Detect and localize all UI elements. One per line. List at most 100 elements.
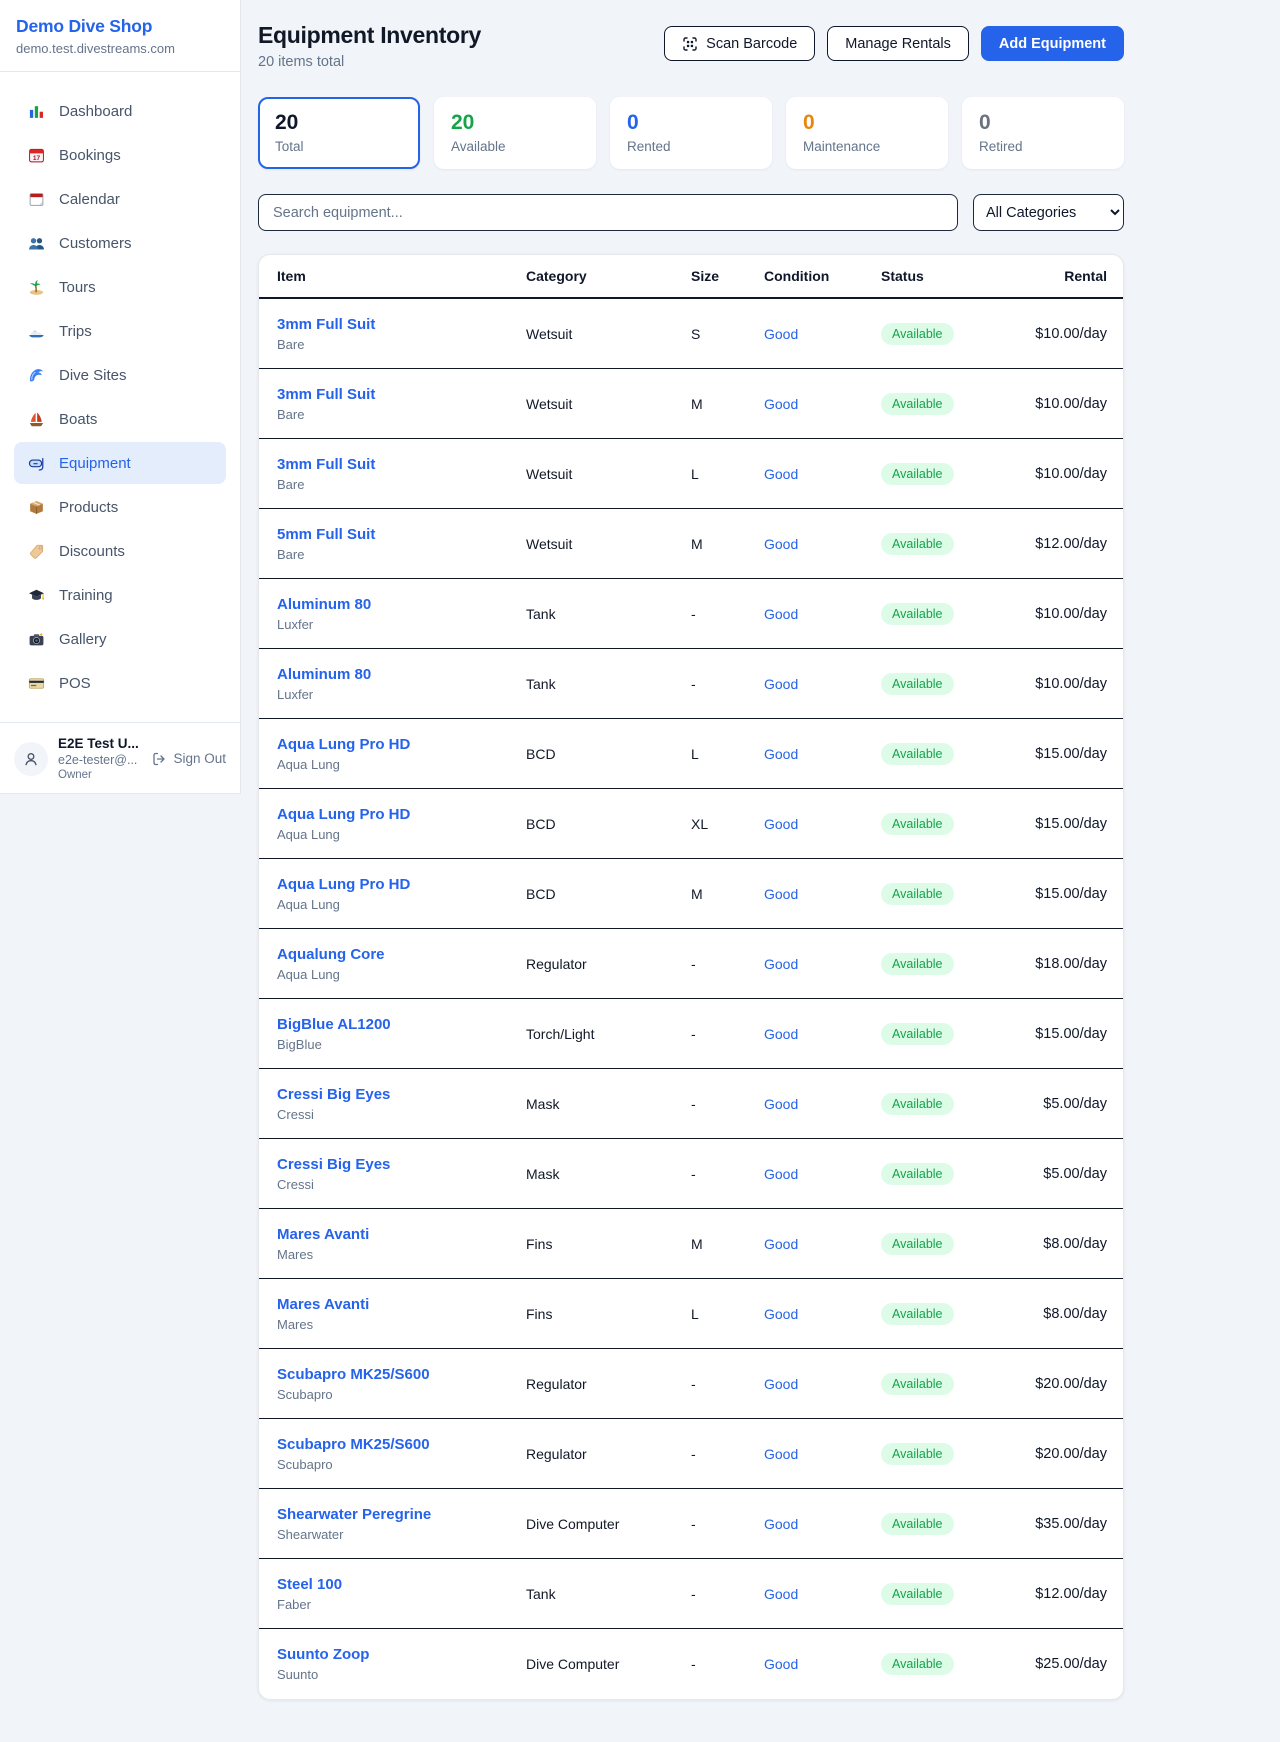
condition-link[interactable]: Good <box>764 1446 798 1462</box>
item-name-link[interactable]: 3mm Full Suit <box>277 456 375 473</box>
item-rental-rate: $20.00/day <box>1023 1376 1107 1392</box>
sidebar-item-tours[interactable]: Tours <box>14 266 226 308</box>
item-name-link[interactable]: Aqualung Core <box>277 946 385 963</box>
item-size: M <box>691 536 764 552</box>
status-badge: Available <box>881 1023 954 1045</box>
item-name-link[interactable]: Mares Avanti <box>277 1226 369 1243</box>
sidebar-item-discounts[interactable]: Discounts <box>14 530 226 572</box>
camera-icon <box>27 631 46 648</box>
item-size: S <box>691 326 764 342</box>
condition-link[interactable]: Good <box>764 1166 798 1182</box>
item-category: Torch/Light <box>526 1026 691 1042</box>
item-brand: Aqua Lung <box>277 897 526 912</box>
sidebar-item-customers[interactable]: Customers <box>14 222 226 264</box>
table-row: BigBlue AL1200BigBlueTorch/Light-GoodAva… <box>259 999 1123 1069</box>
sidebar-item-label: Customers <box>59 235 132 252</box>
category-select[interactable]: All Categories <box>973 194 1124 231</box>
item-size: - <box>691 1096 764 1112</box>
sidebar-item-bookings[interactable]: 17Bookings <box>14 134 226 176</box>
item-rental-rate: $15.00/day <box>1023 886 1107 902</box>
condition-link[interactable]: Good <box>764 1236 798 1252</box>
status-badge: Available <box>881 883 954 905</box>
item-name-link[interactable]: Aluminum 80 <box>277 596 371 613</box>
condition-link[interactable]: Good <box>764 606 798 622</box>
sidebar-item-trips[interactable]: Trips <box>14 310 226 352</box>
sidebar-item-dive-sites[interactable]: Dive Sites <box>14 354 226 396</box>
item-category: BCD <box>526 816 691 832</box>
page-title: Equipment Inventory <box>258 22 481 49</box>
condition-link[interactable]: Good <box>764 676 798 692</box>
item-name-link[interactable]: 3mm Full Suit <box>277 386 375 403</box>
sidebar-item-gallery[interactable]: Gallery <box>14 618 226 660</box>
item-brand: Luxfer <box>277 617 526 632</box>
stat-card-maintenance[interactable]: 0Maintenance <box>786 97 948 169</box>
item-name-link[interactable]: Scubapro MK25/S600 <box>277 1436 430 1453</box>
condition-link[interactable]: Good <box>764 1516 798 1532</box>
item-name-link[interactable]: Scubapro MK25/S600 <box>277 1366 430 1383</box>
brand-name[interactable]: Demo Dive Shop <box>16 16 224 37</box>
sidebar-item-dashboard[interactable]: Dashboard <box>14 90 226 132</box>
item-name-link[interactable]: Steel 100 <box>277 1576 342 1593</box>
condition-link[interactable]: Good <box>764 1376 798 1392</box>
condition-link[interactable]: Good <box>764 956 798 972</box>
item-name-link[interactable]: Cressi Big Eyes <box>277 1156 390 1173</box>
item-name-link[interactable]: Aqua Lung Pro HD <box>277 876 410 893</box>
condition-link[interactable]: Good <box>764 746 798 762</box>
stat-card-total[interactable]: 20Total <box>258 97 420 169</box>
item-category: Tank <box>526 606 691 622</box>
sidebar-item-pos[interactable]: POS <box>14 662 226 704</box>
sidebar-item-boats[interactable]: Boats <box>14 398 226 440</box>
condition-link[interactable]: Good <box>764 536 798 552</box>
item-name-link[interactable]: BigBlue AL1200 <box>277 1016 391 1033</box>
condition-link[interactable]: Good <box>764 1096 798 1112</box>
item-name-link[interactable]: Mares Avanti <box>277 1296 369 1313</box>
item-rental-rate: $18.00/day <box>1023 956 1107 972</box>
condition-link[interactable]: Good <box>764 816 798 832</box>
item-size: XL <box>691 816 764 832</box>
item-name-link[interactable]: Aluminum 80 <box>277 666 371 683</box>
status-badge: Available <box>881 393 954 415</box>
condition-link[interactable]: Good <box>764 396 798 412</box>
sidebar-item-label: Bookings <box>59 147 121 164</box>
stat-card-retired[interactable]: 0Retired <box>962 97 1124 169</box>
condition-link[interactable]: Good <box>764 1026 798 1042</box>
item-rental-rate: $15.00/day <box>1023 746 1107 762</box>
sidebar-item-label: Equipment <box>59 455 131 472</box>
condition-link[interactable]: Good <box>764 466 798 482</box>
sidebar-item-equipment[interactable]: Equipment <box>14 442 226 484</box>
item-name-link[interactable]: 5mm Full Suit <box>277 526 375 543</box>
search-input[interactable] <box>258 194 958 231</box>
scan-barcode-button[interactable]: Scan Barcode <box>664 26 815 61</box>
table-body: 3mm Full SuitBareWetsuitSGoodAvailable$1… <box>259 299 1123 1699</box>
column-header-category: Category <box>526 268 691 284</box>
item-name-link[interactable]: Shearwater Peregrine <box>277 1506 431 1523</box>
item-rental-rate: $10.00/day <box>1023 606 1107 622</box>
condition-link[interactable]: Good <box>764 326 798 342</box>
sidebar-item-calendar[interactable]: Calendar <box>14 178 226 220</box>
item-name-link[interactable]: 3mm Full Suit <box>277 316 375 333</box>
condition-link[interactable]: Good <box>764 1656 798 1672</box>
status-badge: Available <box>881 1373 954 1395</box>
manage-rentals-label: Manage Rentals <box>845 36 951 52</box>
item-name-link[interactable]: Suunto Zoop <box>277 1646 369 1663</box>
item-category: Regulator <box>526 1376 691 1392</box>
item-brand: BigBlue <box>277 1037 526 1052</box>
sidebar-item-training[interactable]: Training <box>14 574 226 616</box>
stat-card-rented[interactable]: 0Rented <box>610 97 772 169</box>
item-name-link[interactable]: Aqua Lung Pro HD <box>277 806 410 823</box>
condition-link[interactable]: Good <box>764 886 798 902</box>
condition-link[interactable]: Good <box>764 1306 798 1322</box>
item-name-link[interactable]: Cressi Big Eyes <box>277 1086 390 1103</box>
sidebar-item-label: Gallery <box>59 631 107 648</box>
sidebar-item-label: POS <box>59 675 91 692</box>
add-equipment-button[interactable]: Add Equipment <box>981 26 1124 61</box>
item-rental-rate: $20.00/day <box>1023 1446 1107 1462</box>
stat-card-available[interactable]: 20Available <box>434 97 596 169</box>
package-icon <box>27 499 46 516</box>
manage-rentals-button[interactable]: Manage Rentals <box>827 26 969 61</box>
condition-link[interactable]: Good <box>764 1586 798 1602</box>
item-name-link[interactable]: Aqua Lung Pro HD <box>277 736 410 753</box>
sidebar-item-products[interactable]: Products <box>14 486 226 528</box>
status-badge: Available <box>881 603 954 625</box>
sign-out-button[interactable]: Sign Out <box>151 751 226 767</box>
